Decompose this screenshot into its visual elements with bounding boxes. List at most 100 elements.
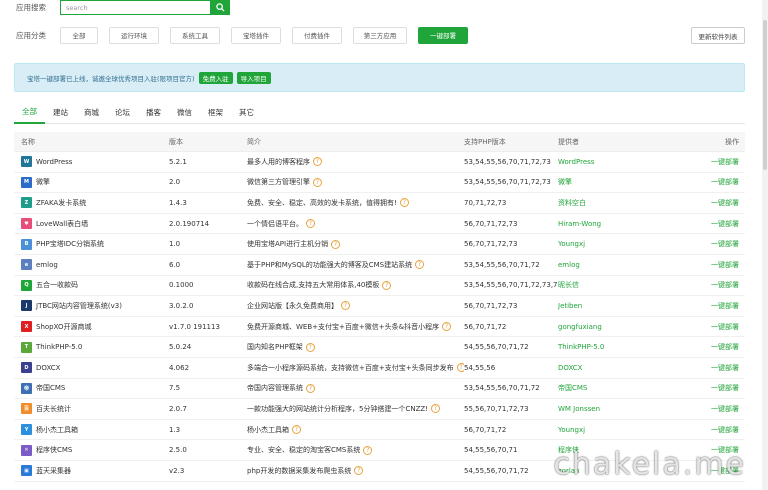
help-icon[interactable]: ?: [331, 239, 341, 249]
app-description-cell: 免费、安全、稳定、高效的发卡系统，值得拥有!?: [247, 198, 464, 208]
tab-other[interactable]: 其它: [231, 100, 262, 124]
help-icon[interactable]: ?: [313, 177, 322, 187]
help-icon[interactable]: ?: [306, 219, 315, 229]
app-name-cell: 帝帝国CMS: [14, 382, 169, 394]
category-one-click-deploy-button[interactable]: 一键部署: [418, 26, 468, 44]
app-version: 2.5.0: [169, 446, 187, 455]
app-php-versions: 53,54,55,56,70,71,72: [464, 260, 540, 269]
tab-all[interactable]: 全部: [14, 100, 45, 124]
help-icon[interactable]: ?: [415, 260, 425, 270]
one-click-deploy-link[interactable]: 一键部署: [698, 239, 745, 249]
app-version: 6.0: [169, 260, 181, 269]
help-icon[interactable]: ?: [430, 404, 440, 414]
help-icon[interactable]: ?: [354, 466, 364, 476]
table-row: J JTBC网站内容管理系统(v3) 3.0.2.0 企业网站版【永久免费商用】? 56…: [14, 296, 745, 317]
one-click-deploy-link[interactable]: 一键部署: [698, 177, 745, 187]
app-description-cell: 专业、安全、稳定的淘宝客CMS系统?: [247, 445, 464, 455]
search-input[interactable]: search: [60, 0, 210, 15]
app-provider-link[interactable]: emlog: [558, 261, 698, 269]
app-provider-link[interactable]: gongfuxiang: [558, 323, 698, 331]
help-icon[interactable]: ?: [313, 157, 322, 167]
app-provider-link[interactable]: 资料空白: [558, 198, 698, 208]
app-provider-link[interactable]: 帝国CMS: [558, 383, 698, 393]
tab-framework[interactable]: 框架: [200, 100, 231, 124]
one-click-deploy-link[interactable]: 一键部署: [698, 219, 745, 229]
chengxuxia-icon: ✕: [21, 444, 32, 456]
app-name-cell: Z ZFAKA发卡系统: [14, 197, 169, 209]
app-php-versions: 53,54,55,56,70,71,72,73: [464, 178, 551, 187]
one-click-deploy-link[interactable]: 一键部署: [698, 322, 745, 332]
category-runtime-button[interactable]: 运行环境: [109, 26, 159, 44]
app-description-cell: 企业网站版【永久免费商用】?: [247, 301, 464, 311]
app-provider-link[interactable]: WordPress: [558, 158, 698, 166]
tab-wechat[interactable]: 微信: [169, 100, 200, 124]
tab-website[interactable]: 建站: [45, 100, 76, 124]
app-version: 5.0.24: [169, 343, 192, 352]
app-version: v1.7.0 191113: [169, 322, 220, 331]
wordpress-icon: W: [21, 156, 32, 168]
shopxo-icon: X: [21, 321, 32, 333]
app-php-versions: 56,70,71,72: [464, 425, 507, 434]
help-icon[interactable]: ?: [363, 445, 373, 455]
app-provider-link[interactable]: Hiram-Wong: [558, 220, 698, 228]
table-row: B PHP宝塔IDC分销系统 1.0 使用宝塔API进行主机分销? 56,70,71,7…: [14, 234, 745, 255]
app-provider-link[interactable]: Youngxj: [558, 240, 698, 248]
app-name: WordPress: [36, 157, 73, 166]
tab-forum[interactable]: 论坛: [107, 100, 138, 124]
update-software-list-button[interactable]: 更新软件列表: [691, 27, 745, 44]
app-provider-link[interactable]: ThinkPHP-5.0: [558, 343, 698, 351]
tab-mall[interactable]: 商城: [76, 100, 107, 124]
category-all-button[interactable]: 全部: [60, 26, 98, 44]
category-system-tools-button[interactable]: 系统工具: [170, 26, 220, 44]
thinkphp-icon: T: [21, 341, 32, 353]
app-description-cell: 一款功能强大的网站统计分析程序，5分钟搭建一个CNZZ!?: [247, 404, 464, 414]
help-icon[interactable]: ?: [305, 342, 315, 352]
app-description-cell: php开发的数据采集发布爬虫系统?: [247, 466, 464, 476]
deploy-table: 名称 版本 简介 支持PHP版本 提供者 操作 W WordPress 5.2.1 最…: [14, 132, 745, 482]
app-version: 1.3: [169, 425, 181, 434]
watermark: chakela.me: [553, 447, 746, 482]
app-provider-link[interactable]: 昵长信: [558, 280, 698, 290]
help-icon[interactable]: ?: [442, 322, 452, 332]
one-click-deploy-link[interactable]: 一键部署: [698, 425, 745, 435]
app-provider-link[interactable]: WM Jonssen: [558, 405, 698, 413]
one-click-deploy-link[interactable]: 一键部署: [698, 301, 745, 311]
help-icon[interactable]: ?: [382, 280, 392, 290]
scrollbar-thumb[interactable]: [763, 20, 767, 170]
scrollbar[interactable]: [762, 0, 768, 490]
table-row: D DOXCX 4.062 多端合一小程序源码系统，支持微信+百度+支付宝+头条同步发…: [14, 358, 745, 379]
help-icon[interactable]: ?: [306, 383, 315, 393]
one-click-deploy-link[interactable]: 一键部署: [698, 157, 745, 167]
help-icon[interactable]: ?: [341, 301, 350, 311]
app-provider-link[interactable]: Jetiben: [558, 302, 698, 310]
app-provider-link[interactable]: DOXCX: [558, 364, 698, 372]
one-click-deploy-link[interactable]: 一键部署: [698, 383, 745, 393]
toolbox-icon: Y: [21, 424, 32, 436]
help-icon[interactable]: ?: [399, 198, 409, 208]
notice-text: 宝塔一键部署已上线，诚邀全球优秀项目入驻(限项目官方): [27, 74, 195, 83]
one-click-deploy-link[interactable]: 一键部署: [698, 198, 745, 208]
category-paid-plugins-button[interactable]: 付费插件: [292, 26, 342, 44]
import-project-button[interactable]: 导入项目: [236, 71, 271, 84]
table-row: 帝帝国CMS 7.5 帝国内容管理系统? 53,54,55,56,70,71,72 帝国…: [14, 379, 745, 400]
app-version: 7.5: [169, 384, 181, 393]
table-row: Z ZFAKA发卡系统 1.4.3 免费、安全、稳定、高效的发卡系统，值得拥有!? 70…: [14, 193, 745, 214]
app-name: LoveWall表白墙: [36, 219, 89, 228]
free-join-button[interactable]: 免费入驻: [198, 71, 233, 84]
help-icon[interactable]: ?: [292, 425, 301, 435]
one-click-deploy-link[interactable]: 一键部署: [698, 404, 745, 414]
category-plugins-button[interactable]: 宝塔插件: [231, 26, 281, 44]
one-click-deploy-link[interactable]: 一键部署: [698, 260, 745, 270]
app-description-cell: 收款码在线合成,支持五大常用体系,40模板?: [247, 280, 464, 290]
app-name-cell: ✕ 程序侠CMS: [14, 444, 169, 456]
app-provider-link[interactable]: 微擎: [558, 177, 698, 187]
app-provider-link[interactable]: Youngxj: [558, 426, 698, 434]
help-icon[interactable]: ?: [456, 363, 464, 373]
one-click-deploy-link[interactable]: 一键部署: [698, 342, 745, 352]
tab-blog[interactable]: 播客: [138, 100, 169, 124]
header-version: 版本: [169, 137, 183, 146]
one-click-deploy-link[interactable]: 一键部署: [698, 363, 745, 373]
search-button[interactable]: [210, 0, 230, 15]
one-click-deploy-link[interactable]: 一键部署: [698, 280, 745, 290]
category-third-party-button[interactable]: 第三方应用: [353, 26, 407, 44]
